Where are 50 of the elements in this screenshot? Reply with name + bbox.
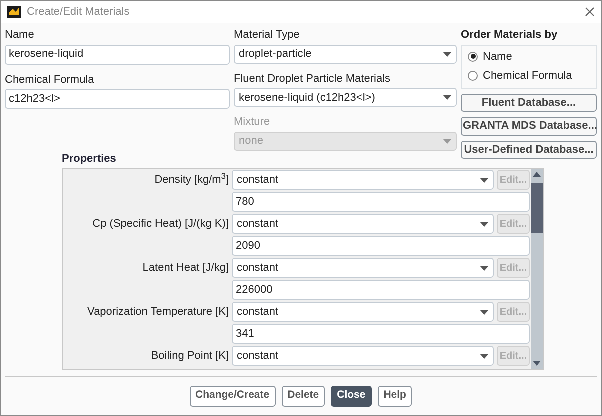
dropdown[interactable]: droplet-particle (234, 44, 457, 64)
scrollbar[interactable] (531, 168, 543, 368)
caret-icon (480, 310, 489, 314)
radio-button[interactable] (468, 71, 478, 82)
field-label: Chemical Formula (5, 72, 96, 88)
radio-label: Name (483, 50, 512, 64)
caret-icon (443, 95, 452, 100)
dialog-button[interactable]: Close (331, 386, 372, 406)
input-field[interactable]: kerosene-liquid (5, 44, 230, 64)
dropdown[interactable]: constant (232, 170, 494, 190)
field-label: Fluent Droplet Particle Materials (234, 72, 392, 87)
field-label: Mixture (234, 115, 272, 130)
database-button[interactable]: User-Defined Database... (461, 140, 597, 159)
caret-icon (443, 52, 452, 57)
input-field[interactable]: 780 (232, 192, 530, 212)
property-label: Cp (Specific Heat) [J/(kg K)] (92, 216, 229, 232)
input-field[interactable]: c12h23<l> (5, 89, 230, 109)
dropdown[interactable]: constant (232, 258, 494, 278)
radio-label: Chemical Formula (483, 69, 572, 84)
caret-icon (480, 178, 489, 182)
group-title: Order Materials by (461, 28, 559, 43)
property-label: Density [kg/m$^{3}$] (154, 172, 229, 188)
input-field[interactable]: 341 (232, 324, 530, 344)
scroll-thumb[interactable] (531, 182, 543, 232)
dropdown[interactable]: constant (232, 346, 494, 366)
caret-icon (480, 266, 489, 270)
caret-icon (443, 138, 452, 144)
app-logo-icon (7, 6, 21, 18)
dropdown[interactable]: kerosene-liquid (c12h23<l>) (234, 88, 457, 108)
scroll-down-icon[interactable] (533, 360, 541, 366)
section-title: Properties (62, 152, 118, 167)
property-label: Boiling Point [K] (150, 348, 229, 364)
database-button[interactable]: Fluent Database... (461, 94, 597, 112)
radio-button[interactable] (468, 52, 478, 62)
dialog-button[interactable]: Change/Create (190, 386, 276, 406)
caret-icon (480, 222, 489, 226)
input-field[interactable]: 2090 (232, 236, 530, 256)
dialog-button[interactable]: Help (378, 386, 412, 406)
close-icon[interactable] (585, 7, 595, 17)
property-label: Latent Heat [J/kg] (142, 260, 229, 276)
property-label: Vaporization Temperature [K] (86, 304, 229, 320)
scroll-up-icon[interactable] (533, 172, 541, 176)
dropdown[interactable]: constant (232, 214, 494, 234)
caret-icon (480, 354, 489, 358)
input-field[interactable]: 226000 (232, 280, 530, 300)
dropdown[interactable]: constant (232, 302, 494, 322)
dialog-button[interactable]: Delete (282, 386, 326, 406)
field-label: Name (5, 28, 36, 43)
window-title: Create/Edit Materials (27, 4, 130, 20)
field-label: Material Type (234, 28, 301, 43)
